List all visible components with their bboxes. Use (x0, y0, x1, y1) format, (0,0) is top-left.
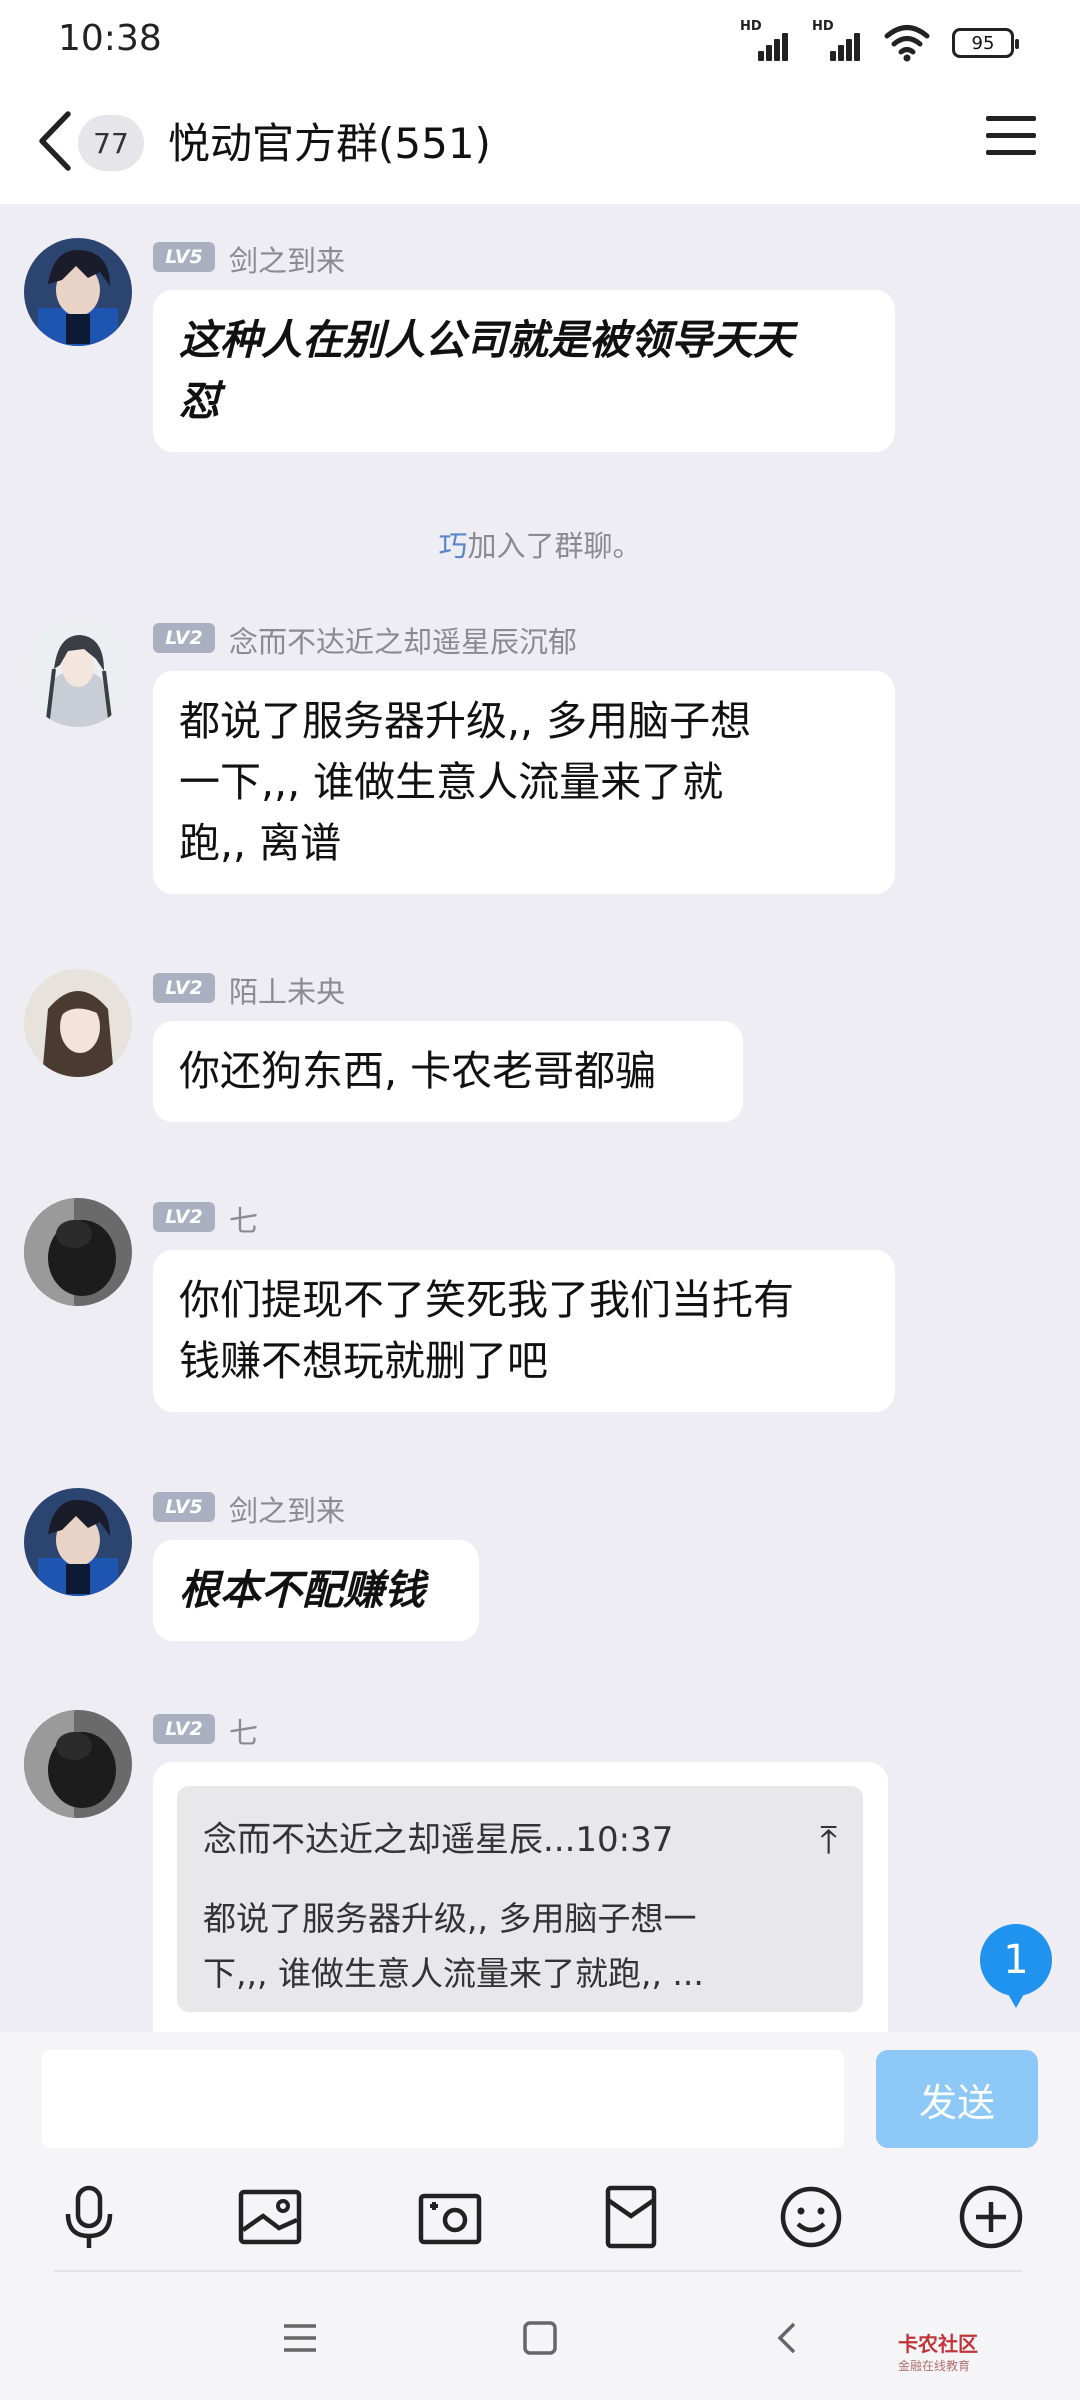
watermark-logo: 卡农社区 金融在线教育 (898, 2332, 978, 2373)
level-badge: LV2 (153, 1202, 215, 1232)
signal-icon: HD (812, 19, 862, 63)
unread-count-badge[interactable]: 77 (78, 115, 144, 171)
back-nav-icon[interactable] (768, 2318, 808, 2358)
battery-icon: 95 (952, 28, 1019, 58)
system-notice: 巧加入了群聊。 (438, 529, 642, 563)
avatar[interactable] (24, 238, 132, 346)
status-bar: 10:38 HD HD 95 (0, 0, 1080, 82)
divider (54, 2270, 1022, 2272)
chat-header: 77 悦动官方群(551) (0, 82, 1080, 204)
input-area: 发送 卡农社区 金融在线教育 (0, 2032, 1080, 2400)
status-icons: HD HD 95 (740, 19, 1019, 66)
new-message-badge[interactable]: 1 (980, 1924, 1052, 2008)
status-time: 10:38 (58, 18, 162, 59)
level-badge: LV2 (153, 973, 215, 1003)
level-badge: LV5 (153, 1492, 215, 1522)
system-nav-bar: 卡农社区 金融在线教育 (0, 2308, 1080, 2400)
message-bubble[interactable]: 都说了服务器升级,, 多用脑子想 一下,,, 谁做生意人流量来了就 跑,, 离谱 (153, 671, 895, 894)
sender-name[interactable]: 剑之到来 (229, 238, 345, 280)
level-badge: LV2 (153, 623, 215, 653)
message-bubble[interactable]: 这种人在别人公司就是被领导天天 怼 (153, 290, 895, 452)
avatar[interactable] (24, 969, 132, 1077)
send-button[interactable]: 发送 (876, 2050, 1038, 2148)
level-badge: LV5 (153, 242, 215, 272)
sender-name[interactable]: 七 (229, 1198, 258, 1240)
sender-name[interactable]: 七 (229, 1710, 258, 1752)
microphone-icon[interactable] (54, 2182, 124, 2252)
recent-apps-icon[interactable] (280, 2318, 320, 2358)
group-title: 悦动官方群(551) (168, 119, 491, 168)
red-packet-icon[interactable] (596, 2182, 666, 2252)
avatar[interactable] (24, 619, 132, 727)
avatar[interactable] (24, 1198, 132, 1306)
sender-name[interactable]: 陌丄未央 (229, 969, 345, 1011)
avatar[interactable] (24, 1710, 132, 1818)
menu-icon[interactable] (986, 116, 1036, 166)
quote-line: 下,,, 谁做生意人流量来了就跑,, ... (203, 1954, 704, 1993)
wifi-icon (884, 25, 930, 62)
home-icon[interactable] (520, 2318, 560, 2358)
sender-name[interactable]: 念而不达近之却遥星辰沉郁 (229, 619, 577, 661)
signal-icon: HD (740, 19, 790, 63)
back-icon[interactable] (30, 106, 80, 176)
input-toolbar (0, 2182, 1080, 2282)
camera-icon[interactable] (415, 2182, 485, 2252)
message-bubble[interactable]: 你还狗东西, 卡农老哥都骗 (153, 1021, 743, 1122)
quote-line: 都说了服务器升级,, 多用脑子想一 (203, 1899, 697, 1938)
emoji-icon[interactable] (776, 2182, 846, 2252)
message-input[interactable] (42, 2050, 844, 2148)
quote-header: 念而不达近之却遥星辰...10:37 (203, 1820, 674, 1860)
message-bubble[interactable]: 你们提现不了笑死我了我们当托有 钱赚不想玩就删了吧 (153, 1250, 895, 1412)
image-icon[interactable] (235, 2182, 305, 2252)
joined-member-name[interactable]: 巧 (438, 529, 467, 563)
avatar[interactable] (24, 1488, 132, 1596)
sender-name[interactable]: 剑之到来 (229, 1488, 345, 1530)
jump-to-quote-icon[interactable]: ⤒ (820, 1810, 837, 1871)
quoted-message[interactable]: 念而不达近之却遥星辰...10:37 ⤒ 都说了服务器升级,, 多用脑子想一 下… (177, 1786, 863, 2012)
message-bubble[interactable]: 根本不配赚钱 (153, 1540, 479, 1641)
level-badge: LV2 (153, 1714, 215, 1744)
more-plus-icon[interactable] (956, 2182, 1026, 2252)
